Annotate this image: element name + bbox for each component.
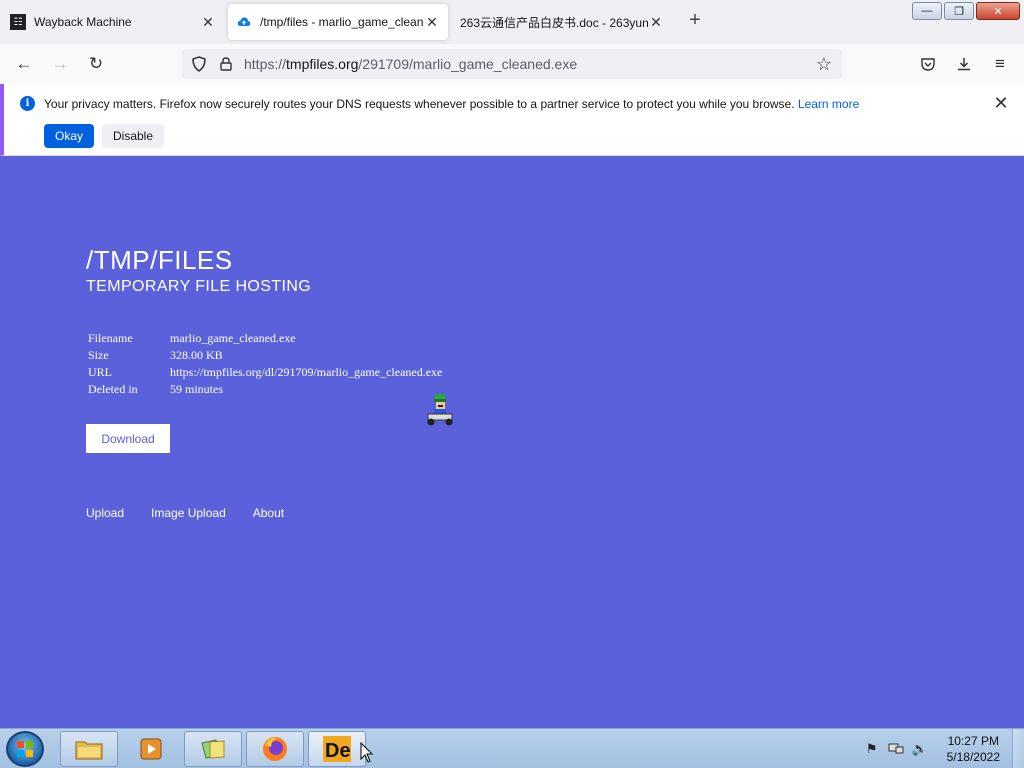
download-button[interactable]: Download <box>86 424 170 453</box>
tab-title: 263云通信产品白皮书.doc - 263yun <box>460 15 648 30</box>
mouse-cursor-icon <box>360 742 374 763</box>
tracking-protection-shield-icon[interactable] <box>190 55 208 73</box>
url-value: https://tmpfiles.org/dl/291709/marlio_ga… <box>170 365 443 379</box>
svg-text:De: De <box>325 740 351 762</box>
table-row: URL https://tmpfiles.org/dl/291709/marlio… <box>86 364 444 381</box>
lock-icon[interactable] <box>218 55 234 73</box>
menu-icon[interactable]: ≡ <box>988 52 1012 76</box>
url-bar[interactable]: https://tmpfiles.org/291709/marlio_game_… <box>182 49 842 79</box>
new-tab-icon[interactable]: + <box>684 10 706 32</box>
dns-privacy-notification: i Your privacy matters. Firefox now secu… <box>0 84 1024 156</box>
clock-date: 5/18/2022 <box>946 750 1000 764</box>
size-value: 328.00 KB <box>170 348 223 362</box>
site-subtitle: TEMPORARY FILE HOSTING <box>86 278 312 295</box>
info-icon: i <box>20 96 35 111</box>
tab-title: Wayback Machine <box>34 15 132 29</box>
taskbar-media-player[interactable] <box>122 731 180 767</box>
windows-taskbar: De ⚑ 🔉 10:27 PM 5/18/2022 <box>0 728 1024 768</box>
bookmark-star-icon[interactable]: ☆ <box>814 54 834 74</box>
restore-icon[interactable]: ❐ <box>944 2 974 20</box>
close-notification-icon[interactable]: ✕ <box>992 93 1010 113</box>
action-center-flag-icon[interactable]: ⚑ <box>863 740 881 758</box>
clock-time: 10:27 PM <box>947 734 999 748</box>
url-key: URL <box>88 365 112 379</box>
page-content: /TMP/FILES TEMPORARY FILE HOSTING Filena… <box>0 157 1024 728</box>
table-row: Filename marlio_game_cleaned.exe <box>86 330 444 347</box>
url-host: tmpfiles.org <box>286 56 359 72</box>
table-row: Size 328.00 KB <box>86 347 444 364</box>
de-app-icon: De <box>323 736 351 762</box>
tab-tmpfiles[interactable]: /tmp/files - marlio_game_cleaned.exe ✕ <box>228 4 448 40</box>
minimize-icon[interactable]: — <box>912 2 942 20</box>
notification-text: Your privacy matters. Firefox now secure… <box>44 97 795 111</box>
kart-racer-icon <box>425 392 455 426</box>
network-icon[interactable] <box>887 740 905 758</box>
tab-close-icon[interactable]: ✕ <box>648 14 664 30</box>
media-player-icon <box>140 738 162 760</box>
taskbar-explorer[interactable] <box>60 731 118 767</box>
tab-title: /tmp/files - marlio_game_cleaned.exe <box>260 15 424 29</box>
upload-link[interactable]: Upload <box>86 506 124 520</box>
window-close-icon[interactable]: ✕ <box>976 2 1020 20</box>
table-row: Deleted in 59 minutes <box>86 381 444 398</box>
tab-close-icon[interactable]: ✕ <box>424 14 440 30</box>
downloads-icon[interactable] <box>952 52 976 76</box>
volume-icon[interactable]: 🔉 <box>911 740 929 758</box>
url-scheme: https:// <box>244 56 287 72</box>
forward-icon[interactable]: → <box>48 52 72 76</box>
cloud-upload-icon <box>236 14 252 30</box>
disable-button[interactable]: Disable <box>102 124 164 148</box>
folder-icon <box>75 741 103 760</box>
footer-links: Upload Image Upload About <box>86 506 311 520</box>
size-key: Size <box>88 348 109 362</box>
taskbar-de-app[interactable]: De <box>308 731 366 767</box>
filename-key: Filename <box>88 331 133 345</box>
wayback-icon: ☷ <box>10 14 26 30</box>
show-desktop-button[interactable] <box>1012 729 1024 768</box>
tab-strip: ☷ Wayback Machine ✕ /tmp/files - marlio_… <box>0 0 1024 44</box>
learn-more-link[interactable]: Learn more <box>798 97 859 111</box>
system-tray: ⚑ 🔉 10:27 PM 5/18/2022 <box>863 729 1024 768</box>
back-icon[interactable]: ← <box>12 52 36 76</box>
clock[interactable]: 10:27 PM 5/18/2022 <box>947 733 1000 765</box>
file-info-table: Filename marlio_game_cleaned.exe Size 328.… <box>86 330 444 398</box>
window-controls: — ❐ ✕ <box>912 2 1020 20</box>
about-link[interactable]: About <box>253 506 284 520</box>
url-path: /291709/marlio_game_cleaned.exe <box>358 56 578 72</box>
url-text[interactable]: https://tmpfiles.org/291709/marlio_game_… <box>244 56 814 72</box>
tab-wayback-machine[interactable]: ☷ Wayback Machine ✕ <box>2 4 224 40</box>
okay-button[interactable]: Okay <box>44 124 94 148</box>
filename-value: marlio_game_cleaned.exe <box>170 331 296 345</box>
navigation-toolbar: ← → ↻ https://tmpfiles.org/291709/marlio… <box>0 44 1024 84</box>
taskbar-sticky-notes[interactable] <box>184 731 242 767</box>
deleted-in-key: Deleted in <box>88 382 138 396</box>
tab-close-icon[interactable]: ✕ <box>200 14 216 30</box>
reload-icon[interactable]: ↻ <box>84 52 108 76</box>
tab-263yun-doc[interactable]: 263云通信产品白皮书.doc - 263yun ✕ <box>452 4 672 40</box>
pocket-icon[interactable] <box>916 52 940 76</box>
windows-logo-icon <box>17 741 33 757</box>
deleted-in-value: 59 minutes <box>170 382 223 396</box>
notification-message: Your privacy matters. Firefox now secure… <box>44 97 859 111</box>
taskbar-firefox[interactable] <box>246 731 304 767</box>
firefox-icon <box>263 737 287 761</box>
image-upload-link[interactable]: Image Upload <box>151 506 226 520</box>
sticky-notes-icon <box>201 739 225 759</box>
site-title: /TMP/FILES <box>86 245 233 275</box>
start-button[interactable] <box>6 731 44 767</box>
